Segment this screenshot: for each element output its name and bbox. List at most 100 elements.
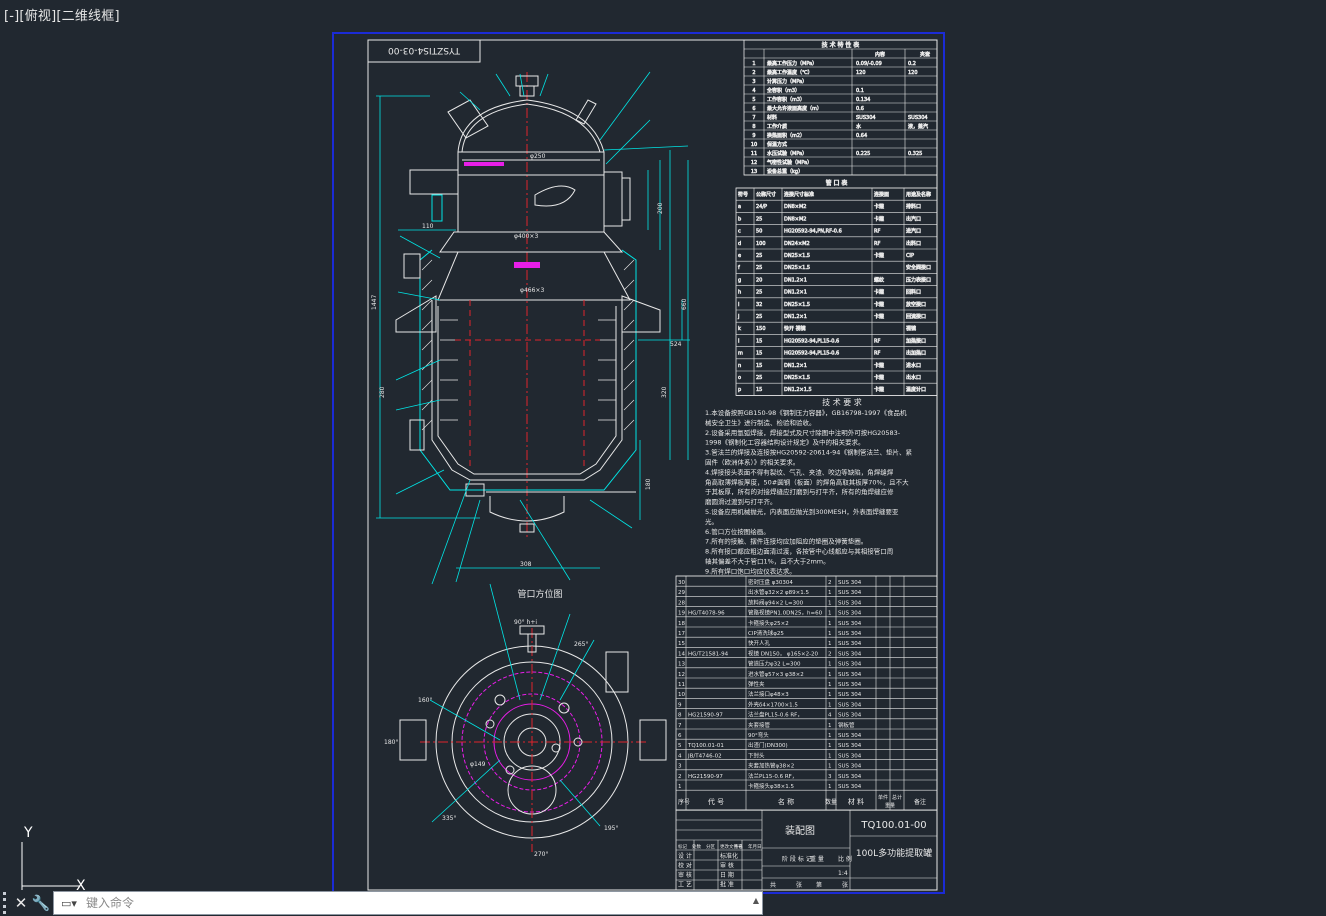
tech-spec-row-in: 0.6: [856, 106, 864, 112]
tech-spec-row-name: 换热面积（m2）: [767, 132, 805, 139]
command-prompt-icon[interactable]: ▭▾: [54, 892, 84, 914]
title-block-person-role2: 日 期: [720, 871, 734, 879]
nozzle-table-cell: 温度计口: [906, 386, 926, 393]
bom-row-material: SUS 304: [838, 764, 862, 770]
nozzle-table-cell: m: [738, 351, 743, 357]
tech-spec-row-jacket: 0.2: [908, 61, 916, 67]
drawing-sheet: TYSZTIS4-03-00 φ250 φ400×3 φ466×3 200 14…: [332, 32, 945, 894]
title-block-person-role: 设 计: [678, 852, 692, 860]
angle-265: 265°: [574, 641, 588, 648]
tech-spec-row-no: 12: [751, 160, 757, 166]
bom-row-material: SUS 304: [838, 641, 862, 647]
title-block-sheet-no: 第: [816, 881, 822, 889]
nozzle-table-cell: p: [738, 387, 741, 393]
bom-row-code: HG21590-97: [688, 774, 723, 780]
bom-row-name: 夹套接管: [748, 721, 771, 729]
bom-row-name: 出渣门(DN300): [748, 741, 788, 749]
bom-header-weight: 重量: [885, 802, 895, 809]
tech-spec-row-no: 1: [752, 61, 755, 67]
nozzle-table-cell: 25: [756, 253, 762, 259]
bom-row-name: 下封头: [748, 751, 765, 759]
wrench-icon[interactable]: 🔧: [31, 892, 51, 914]
bom-row-qty: 1: [828, 611, 832, 617]
bom-row-material: SUS 304: [838, 672, 862, 678]
tech-spec-row-name: 全容积（m3）: [767, 87, 800, 94]
nozzle-table-cell: 25: [756, 265, 762, 271]
nozzle-table-cell: DN8×M2: [784, 204, 806, 210]
nozzle-table-cell: 回料口: [906, 289, 921, 296]
tech-req-line: 磨圆滑过渡到与打平齐。: [705, 497, 777, 506]
command-input[interactable]: [84, 896, 728, 910]
bom-row-material: SUS 304: [838, 682, 862, 688]
nozzle-table-cell: 25: [756, 314, 762, 320]
title-block-weight: 重 量: [810, 855, 824, 863]
title-block-person-role: 工 艺: [678, 881, 692, 889]
bom-header-weight-total: 总计: [892, 794, 902, 801]
tech-req-line: 1998《钢制化工容器结构设计规定》及中的相关要求。: [705, 438, 865, 447]
bom-row-qty: 4: [828, 713, 832, 719]
dim-d250: φ250: [530, 153, 546, 160]
dim-w524: 524: [670, 341, 682, 348]
title-block-role: 分区: [706, 843, 715, 850]
bom-row-name: 法兰盘PL15-0.6 RF，: [748, 711, 803, 719]
nozzle-table-cell: CIP: [906, 253, 914, 259]
scroll-up-icon[interactable]: ▲: [753, 896, 759, 905]
nozzle-table-cell: HG20592-94,PL15-0.6: [784, 338, 839, 344]
bill-of-materials: 30 密封压盘 φ30304 2 SUS 30429 出水管φ32×2 φ89×1.5 1…: [675, 575, 938, 811]
bom-header-note: 备注: [914, 798, 926, 806]
bom-row-material: 钢板管: [838, 721, 855, 729]
bom-row-material: SUS 304: [838, 600, 862, 606]
nozzle-table-cell: 视镜: [906, 325, 916, 332]
nozzle-table-cell: 20: [756, 277, 762, 283]
title-block-role: 标记: [678, 843, 687, 850]
dim-w110: 110: [422, 223, 434, 230]
title-block-person-role: 校 对: [678, 862, 692, 870]
nozzle-table-cell: DN1.2×1: [784, 363, 807, 369]
tech-spec-table: 技 术 特 性 表内容 夹套 1 最高工作压力（MPa） 0.09/-0.09 0.2 2 最…: [743, 39, 938, 176]
angle-195: 195°: [604, 825, 618, 832]
nozzle-table-cell: 出汽口: [906, 215, 921, 222]
dim-h280: 280: [379, 386, 386, 398]
bom-row-code: JB/T4746-02: [687, 753, 722, 759]
nozzle-table-cell: 出加热口: [906, 350, 926, 357]
bom-row-name: 出水管φ32×2 φ89×1.5: [748, 588, 809, 596]
bom-header-weight-single: 单件: [878, 794, 888, 801]
title-block-person-role: 审 核: [678, 871, 692, 879]
tech-req-line: 3.管法兰的焊接及连接按HG20592-20614-94《钢制管法兰、垫片、紧: [705, 448, 912, 457]
bom-row-code: TQ100.01-01: [687, 743, 724, 749]
ucs-y-label: Y: [23, 825, 33, 841]
nozzle-table-cell: 24/P: [756, 204, 767, 210]
command-input-box[interactable]: ▭▾ ▲: [53, 891, 763, 915]
bom-row-qty: 1: [828, 662, 832, 668]
bom-row-qty: 1: [828, 590, 832, 596]
nozzle-table-cell: k: [738, 326, 741, 332]
tech-req-line: 5.设备应用机械抛光，内表面应抛光到300MESH，外表面焊缝要亚: [705, 507, 899, 516]
bom-row-name: 放料阀φ94×2 L=300: [748, 598, 804, 606]
nozzle-table-cell: 卡箍: [874, 313, 884, 320]
nozzle-table: 管 口 表符号 公称尺寸 连接尺寸标准 连接面 用途及名称 a 24/P DN8×M2 卡箍 排料…: [735, 179, 938, 396]
bom-row-no: 30: [678, 580, 685, 586]
title-block-person-role2: 标准化: [720, 852, 738, 860]
bom-row-name: 外壳δ4×1700×1.5: [748, 700, 798, 708]
nozzle-table-cell: 25: [756, 375, 762, 381]
tech-req-line: 轴其偏差不大于管口1%，且不大于2mm。: [705, 557, 830, 566]
nozzle-table-cell: 卡箍: [874, 301, 884, 308]
bom-row-qty: 1: [828, 702, 832, 708]
tech-spec-row-name: 材料: [767, 114, 777, 121]
tech-spec-row-name: 保温方式: [767, 141, 787, 148]
tech-spec-row-no: 10: [751, 142, 757, 148]
close-icon[interactable]: ✕: [11, 892, 31, 914]
drag-grip-handle[interactable]: [3, 892, 11, 914]
title-block-scale-label: 比 例: [838, 855, 852, 863]
nozzle-table-cell: f: [738, 265, 740, 271]
nozzle-table-cell: HG20592-94,PN,RF-0.6: [784, 229, 842, 235]
bom-row-no: 2: [678, 774, 682, 780]
nozzle-table-cell: 25: [756, 290, 762, 296]
nozzle-table-cell: 排料口: [906, 203, 921, 210]
dim-h660: 660: [681, 298, 688, 310]
bom-row-material: SUS 304: [838, 702, 862, 708]
nozzle-orientation-plan: 管口方位图 90° h+i 265° 160° 180° 335° 270° 1…: [384, 583, 667, 858]
nozzle-table-cell: RF: [874, 351, 880, 357]
dim-w308: 308: [520, 561, 532, 568]
bom-row-qty: 1: [828, 784, 832, 790]
